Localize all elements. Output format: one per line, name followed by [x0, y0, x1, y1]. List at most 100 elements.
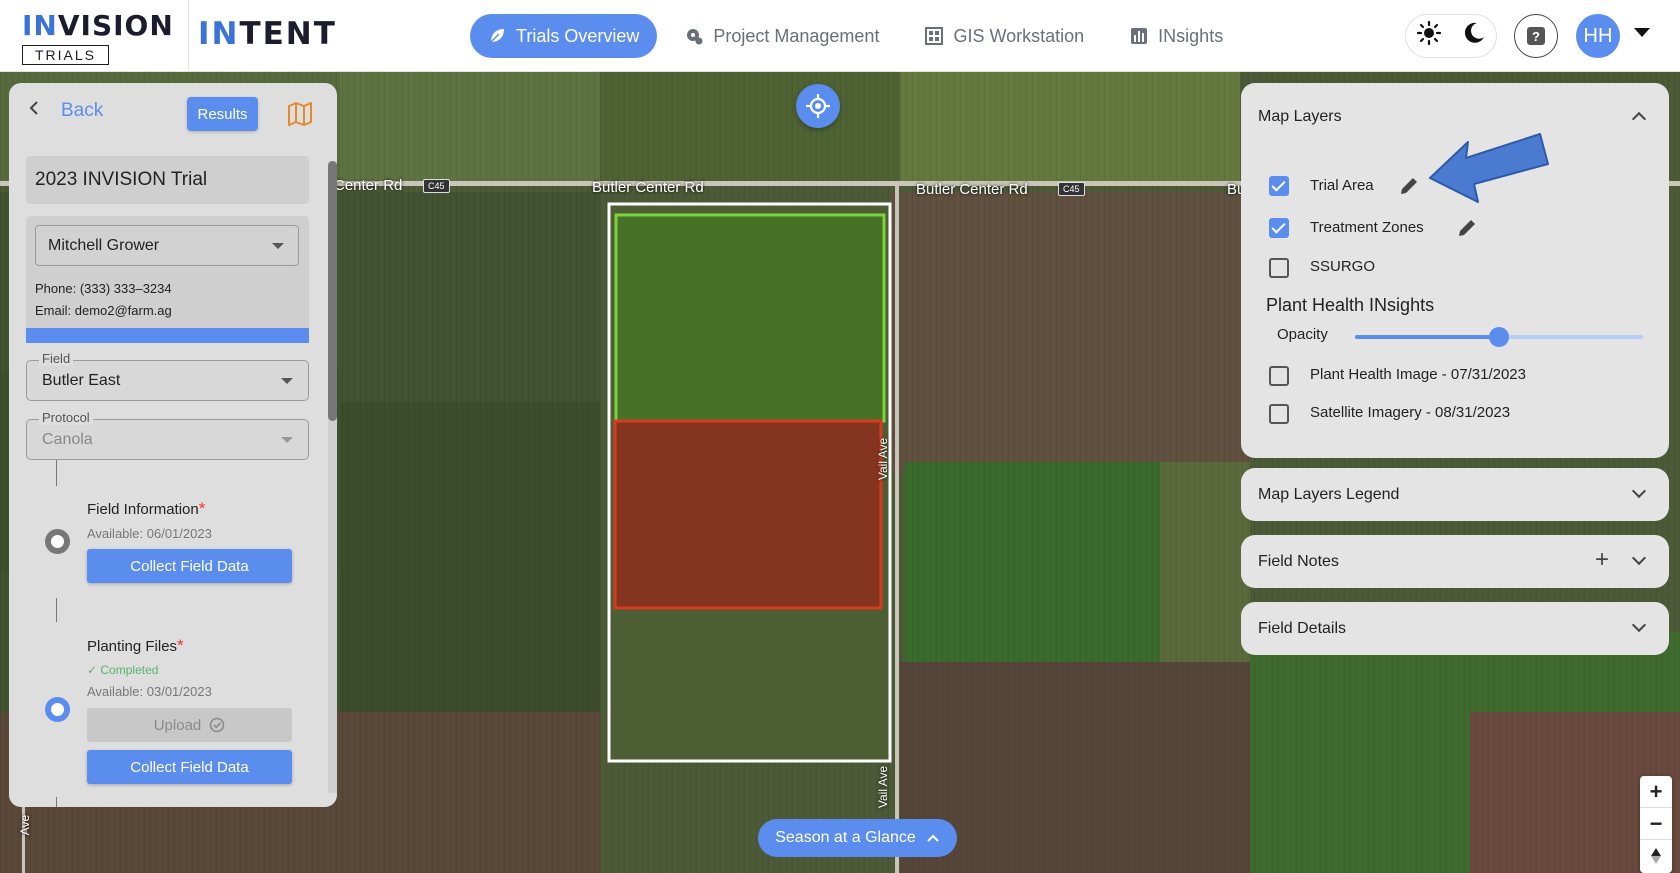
invision-trials-logo[interactable]: INVISION TRIALS: [22, 10, 192, 66]
satellite-imagery-label: Satellite Imagery - 08/31/2023: [1310, 404, 1511, 421]
season-at-a-glance-label: Season at a Glance: [775, 829, 916, 846]
plant-health-image-label: Plant Health Image - 07/31/2023: [1310, 366, 1526, 383]
step-planting-files-status: ✓ Completed: [87, 663, 159, 677]
road-label-center: Butler Center Rd: [592, 179, 704, 196]
top-bar: INVISION TRIALS INTENT Trials Overview P…: [0, 0, 1680, 72]
opacity-label: Opacity: [1277, 326, 1328, 343]
grid-icon: [925, 27, 944, 45]
road-label-ave-left: Ave: [18, 814, 33, 836]
timeline-connector: [56, 460, 57, 486]
leaf-icon: [488, 27, 506, 45]
trial-title: 2023 INVISION Trial: [26, 156, 309, 204]
field-notes-panel[interactable]: Field Notes +: [1241, 535, 1669, 588]
intent-wordmark: INTENT: [198, 16, 337, 52]
step-field-information-title: Field Information*: [87, 499, 206, 518]
road-shield-c45: C45: [423, 179, 450, 193]
season-at-a-glance-button[interactable]: Season at a Glance: [758, 819, 957, 857]
field-select[interactable]: Field Butler East: [26, 351, 309, 401]
logo-divider: [188, 0, 189, 72]
field-notes-title: Field Notes: [1258, 553, 1339, 570]
plant-health-insights-title: Plant Health INsights: [1266, 295, 1435, 315]
crosshair-icon: [806, 94, 830, 118]
road-label-vail-ave: Vail Ave: [876, 437, 891, 481]
satellite-imagery-checkbox[interactable]: [1269, 404, 1289, 424]
timeline-connector: [56, 797, 57, 807]
compass-reset-button[interactable]: [1640, 840, 1672, 872]
chevron-down-icon[interactable]: [1631, 483, 1647, 499]
timeline-connector: [56, 598, 57, 622]
callout-arrow-annotation: [1428, 130, 1550, 215]
gear-icon: [685, 27, 703, 45]
field-select-value: Butler East: [42, 372, 121, 389]
step-planting-files-available: Available: 03/01/2023: [87, 684, 212, 699]
map-layers-title: Map Layers: [1258, 108, 1342, 125]
theme-toggle[interactable]: [1405, 14, 1497, 58]
trial-area-label: Trial Area: [1310, 177, 1374, 194]
chevron-down-icon[interactable]: [1631, 550, 1647, 566]
nav-trials-overview[interactable]: Trials Overview: [470, 14, 658, 58]
nav-trials-overview-label: Trials Overview: [516, 25, 640, 46]
trial-side-panel: Back Results 2023 INVISION Trial Mitchel…: [9, 83, 337, 807]
field-details-panel[interactable]: Field Details: [1241, 602, 1669, 655]
road-label-right: Butler Center Rd: [916, 181, 1028, 198]
upload-button: Upload: [87, 708, 292, 742]
chevron-up-icon[interactable]: [1631, 111, 1647, 127]
map-view-icon[interactable]: [287, 101, 313, 127]
sun-icon[interactable]: [1416, 20, 1442, 52]
moon-icon[interactable]: [1462, 21, 1486, 51]
grower-contact: Phone: (333) 333–3234 Email: demo2@farm.…: [35, 278, 172, 322]
zoom-in-button[interactable]: +: [1640, 776, 1672, 808]
collect-field-data-button[interactable]: Collect Field Data: [87, 750, 292, 784]
edit-trial-area-pencil-icon[interactable]: [1398, 175, 1420, 197]
help-button[interactable]: ?: [1514, 14, 1558, 58]
map-layers-legend-panel[interactable]: Map Layers Legend: [1241, 468, 1669, 521]
edit-treatment-zones-pencil-icon[interactable]: [1456, 217, 1478, 239]
compass-icon: [1651, 848, 1661, 864]
step-planting-files-title: Planting Files*: [87, 636, 184, 655]
check-icon: ✓: [87, 663, 101, 677]
zoom-controls: + −: [1640, 776, 1672, 873]
collect-field-data-button[interactable]: Collect Field Data: [87, 549, 292, 583]
logo-wordmark: INVISION: [22, 9, 174, 42]
step-field-information-available: Available: 06/01/2023: [87, 526, 212, 541]
grower-phone: Phone: (333) 333–3234: [35, 281, 172, 296]
ssurgo-checkbox[interactable]: [1269, 258, 1289, 278]
map-layers-legend-title: Map Layers Legend: [1258, 486, 1400, 503]
chevron-down-icon[interactable]: [1631, 617, 1647, 633]
protocol-select: Protocol Canola: [26, 410, 309, 460]
caret-down-icon: [281, 378, 293, 384]
side-panel-scrollbar-thumb[interactable]: [328, 161, 337, 421]
add-note-plus-icon[interactable]: +: [1595, 546, 1609, 574]
bars-icon: [1130, 27, 1148, 45]
logo-subtitle: TRIALS: [22, 45, 110, 65]
step-field-information-status[interactable]: [45, 529, 70, 554]
grower-select[interactable]: Mitchell Grower: [35, 225, 299, 266]
locate-button[interactable]: [796, 84, 840, 128]
grower-card: Mitchell Grower Phone: (333) 333–3234 Em…: [26, 216, 309, 343]
nav-project-management[interactable]: Project Management: [667, 14, 897, 58]
plant-health-image-checkbox[interactable]: [1269, 366, 1289, 386]
opacity-slider-thumb[interactable]: [1489, 327, 1509, 347]
road-label-vail-ave-south: Vail Ave: [876, 765, 891, 809]
nav-project-management-label: Project Management: [713, 25, 880, 46]
step-planting-files-radio[interactable]: [45, 697, 70, 722]
user-menu-caret-icon[interactable]: [1634, 28, 1650, 37]
upload-label: Upload: [153, 716, 202, 734]
ssurgo-label: SSURGO: [1310, 258, 1376, 275]
caret-down-icon: [281, 437, 293, 443]
nav-insights[interactable]: INsights: [1112, 14, 1241, 58]
field-select-label: Field: [39, 351, 74, 366]
question-icon: ?: [1527, 27, 1545, 45]
road-label-left: Center Rd: [334, 177, 403, 194]
back-label: Back: [61, 99, 104, 121]
treatment-zones-label: Treatment Zones: [1310, 219, 1424, 236]
treatment-zones-checkbox[interactable]: [1269, 218, 1289, 238]
nav-gis-workstation[interactable]: GIS Workstation: [907, 14, 1102, 58]
zoom-out-button[interactable]: −: [1640, 808, 1672, 840]
chevron-up-icon: [927, 834, 939, 842]
side-panel-scrollbar[interactable]: [328, 161, 337, 793]
user-avatar[interactable]: HH: [1576, 14, 1620, 58]
trial-area-checkbox[interactable]: [1269, 176, 1289, 196]
back-button[interactable]: Back: [29, 99, 103, 122]
results-button[interactable]: Results: [187, 97, 258, 131]
